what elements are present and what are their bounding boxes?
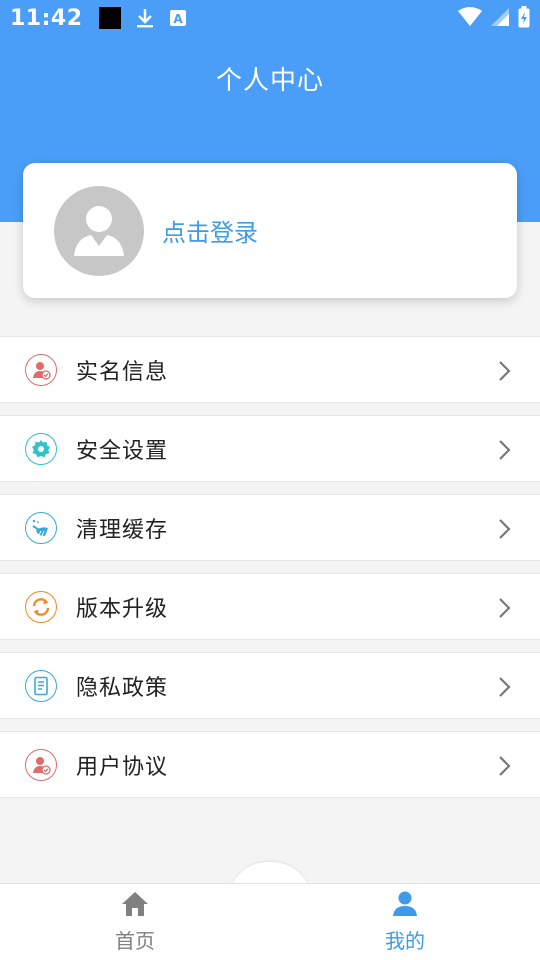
- menu-item-label: 实名信息: [76, 359, 169, 385]
- svg-text:A: A: [173, 12, 183, 26]
- login-link[interactable]: 点击登录: [162, 213, 258, 248]
- default-avatar-icon: [74, 205, 124, 256]
- tab-mine[interactable]: 我的: [270, 884, 540, 960]
- menu-item-security-settings[interactable]: 安全设置: [0, 415, 540, 482]
- chevron-right-icon: [499, 519, 511, 539]
- menu-item-label: 隐私政策: [76, 675, 169, 701]
- broom-icon: [25, 512, 57, 544]
- wifi-icon: [458, 7, 482, 26]
- avatar[interactable]: [54, 185, 144, 276]
- chevron-right-icon: [499, 677, 511, 697]
- menu-item-label: 用户协议: [76, 754, 169, 780]
- menu-item-clear-cache[interactable]: 清理缓存: [0, 494, 540, 561]
- person-icon: [393, 891, 417, 916]
- menu-item-version-upgrade[interactable]: 版本升级: [0, 573, 540, 640]
- menu-item-real-name[interactable]: 实名信息: [0, 336, 540, 403]
- menu-item-privacy-policy[interactable]: 隐私政策: [0, 652, 540, 719]
- bottom-tabbar: 首页 我的: [0, 883, 540, 960]
- user-verify-icon: [25, 749, 57, 781]
- home-icon: [122, 892, 148, 916]
- battery-icon: [518, 6, 530, 28]
- tab-home[interactable]: 首页: [0, 884, 270, 960]
- download-icon: [136, 9, 153, 28]
- menu-item-label: 安全设置: [76, 438, 169, 464]
- chevron-right-icon: [499, 598, 511, 618]
- refresh-icon: [25, 591, 57, 623]
- keyboard-a-icon: A: [169, 10, 186, 26]
- tab-label: 我的: [385, 929, 425, 953]
- chevron-right-icon: [499, 440, 511, 460]
- menu-item-label: 版本升级: [76, 596, 169, 622]
- status-time: 11:42: [10, 5, 83, 31]
- profile-card[interactable]: 点击登录: [23, 163, 517, 298]
- document-icon: [25, 670, 57, 702]
- status-bar: 11:42 A: [0, 0, 540, 36]
- menu-item-user-agreement[interactable]: 用户协议: [0, 731, 540, 798]
- app-notification-icon: [98, 7, 121, 29]
- tab-label: 首页: [115, 929, 155, 953]
- signal-icon: [491, 8, 509, 26]
- gear-icon: [25, 433, 57, 465]
- menu-item-label: 清理缓存: [76, 517, 169, 543]
- user-verify-icon: [25, 354, 57, 386]
- chevron-right-icon: [499, 361, 511, 381]
- chevron-right-icon: [499, 756, 511, 776]
- page-title: 个人中心: [215, 66, 324, 96]
